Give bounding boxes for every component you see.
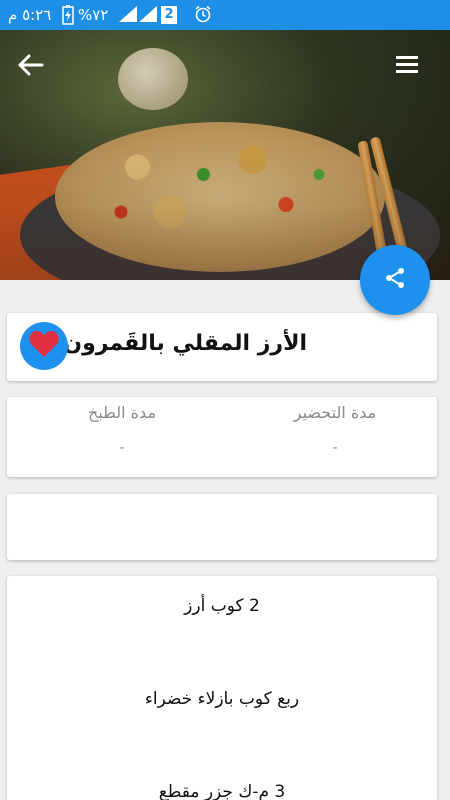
ingredient-item: 2 كوب أرز: [184, 596, 260, 616]
time-card: مدة التحضير - مدة الطبخ -: [7, 397, 437, 477]
prep-time-value: -: [332, 440, 338, 456]
heart-icon: [28, 329, 60, 363]
recipe-photo: [0, 30, 450, 280]
ingredient-item: 3 م-ك جزر مقطع: [158, 782, 286, 800]
recipe-title: الأرز المقلي بالقَمرون: [63, 331, 307, 356]
prep-time-label: مدة التحضير: [293, 403, 377, 422]
menu-button[interactable]: [390, 50, 424, 80]
favorite-button[interactable]: [20, 322, 68, 370]
share-icon: [383, 266, 407, 294]
cook-time-value: -: [119, 440, 125, 456]
signal-icon: [138, 5, 158, 27]
description-card: [7, 494, 437, 560]
arrow-back-icon: [14, 54, 48, 84]
ingredient-item: ربع كوب بازلاء خضراء: [144, 689, 300, 709]
battery-percent: %٧٢: [78, 6, 109, 24]
cook-time: مدة الطبخ -: [42, 403, 202, 456]
menu-icon: [390, 56, 424, 84]
cook-time-label: مدة الطبخ: [87, 403, 157, 422]
back-button[interactable]: [14, 50, 48, 80]
title-card: الأرز المقلي بالقَمرون: [7, 313, 437, 381]
status-time: ٥:٢٦ م: [8, 6, 52, 24]
share-button[interactable]: [360, 245, 430, 315]
status-bar: ٥:٢٦ م %٧٢ 2: [0, 0, 450, 30]
photo-shade: [0, 30, 450, 280]
charging-battery-icon: [62, 5, 74, 29]
sim-badge: 2: [161, 6, 177, 24]
prep-time: مدة التحضير -: [255, 403, 415, 456]
signal-icon: [118, 5, 138, 27]
ingredients-card: 2 كوب أرز ربع كوب بازلاء خضراء 3 م-ك جزر…: [7, 576, 437, 800]
alarm-icon: [194, 5, 212, 27]
